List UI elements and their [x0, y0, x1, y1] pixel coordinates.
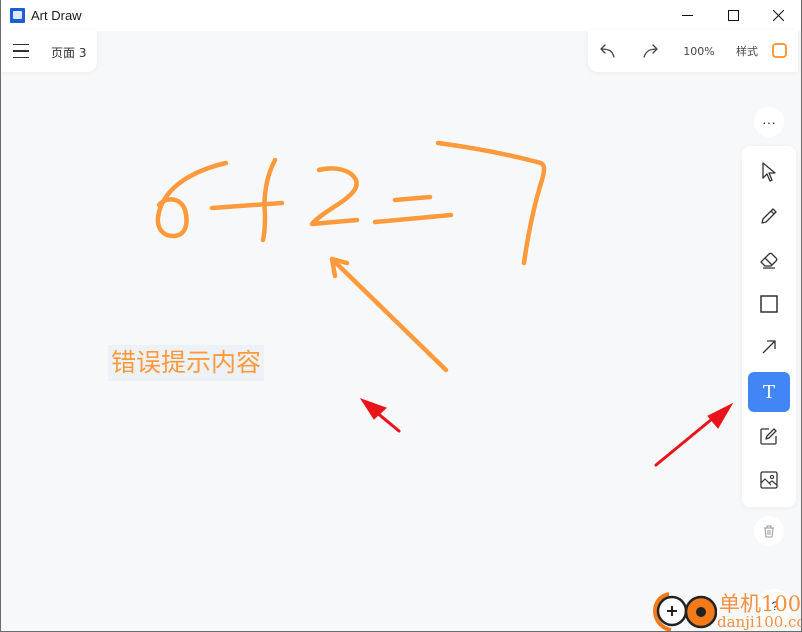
edit-note-icon — [760, 428, 777, 445]
zoom-level[interactable]: 100% — [682, 40, 716, 62]
redo-button[interactable] — [638, 40, 660, 62]
style-color-swatch[interactable] — [772, 43, 787, 58]
tool-rectangle[interactable] — [748, 284, 790, 324]
watermark-logo-icon — [652, 592, 718, 631]
canvas-text-note[interactable]: 错误提示内容 — [108, 345, 265, 381]
more-options-button[interactable]: ··· — [754, 107, 784, 137]
tool-eraser[interactable] — [748, 240, 790, 280]
pencil-icon — [761, 208, 777, 224]
watermark-url: danji100.com — [717, 613, 801, 631]
red-arrow-2-head — [707, 402, 734, 429]
red-arrow-1-line — [374, 410, 401, 433]
close-button[interactable] — [755, 0, 801, 31]
stroke-equals-top — [392, 194, 433, 203]
text-icon: T — [762, 381, 775, 403]
close-icon — [772, 10, 784, 21]
page-label[interactable]: 页面 3 — [51, 44, 86, 61]
maximize-icon — [727, 10, 739, 21]
tool-palette: T — [742, 146, 796, 507]
tool-text[interactable]: T — [748, 372, 790, 412]
app-window: 错误提示内容 Art Draw 页面 3 100% 样式 ··· T ? 单机1… — [1, 0, 801, 631]
arrow-icon — [762, 340, 776, 354]
stroke-digit-7 — [435, 140, 547, 266]
tool-image[interactable] — [748, 460, 790, 500]
tool-pen[interactable] — [748, 196, 790, 236]
top-right-panel: 100% 样式 — [588, 30, 798, 72]
page-panel: 页面 3 — [1, 30, 97, 72]
red-annotation-arrows — [359, 398, 734, 467]
redo-icon — [643, 44, 658, 58]
drawing-canvas[interactable] — [1, 0, 801, 631]
image-icon — [760, 471, 778, 489]
minimize-button[interactable] — [664, 0, 710, 31]
red-arrow-2-line — [654, 417, 714, 467]
eraser-icon — [760, 252, 778, 269]
delete-button[interactable] — [754, 516, 784, 546]
stroke-digit-2 — [309, 166, 360, 227]
tool-note[interactable] — [748, 416, 790, 456]
watermark: 单机100网 danji100.com — [652, 588, 801, 631]
undo-icon — [600, 44, 615, 58]
undo-button[interactable] — [598, 40, 620, 62]
minimize-icon — [681, 15, 693, 16]
maximize-button[interactable] — [710, 0, 756, 31]
tool-arrow[interactable] — [748, 327, 790, 367]
rectangle-icon — [760, 295, 778, 313]
more-icon: ··· — [762, 114, 776, 130]
stroke-equals-bottom — [372, 212, 454, 225]
title-bar: Art Draw — [1, 0, 801, 31]
stroke-plus-vertical — [260, 157, 278, 243]
trash-icon — [764, 525, 774, 537]
app-logo-icon — [10, 8, 25, 23]
hamburger-menu-icon[interactable] — [13, 42, 29, 60]
stroke-plus-horizontal — [209, 200, 285, 211]
stroke-arrow-line — [329, 256, 449, 373]
style-label[interactable]: 样式 — [734, 40, 760, 62]
cursor-icon — [762, 162, 776, 182]
app-title: Art Draw — [31, 8, 82, 23]
tool-select[interactable] — [748, 152, 790, 192]
stroke-digit-6 — [155, 160, 229, 239]
